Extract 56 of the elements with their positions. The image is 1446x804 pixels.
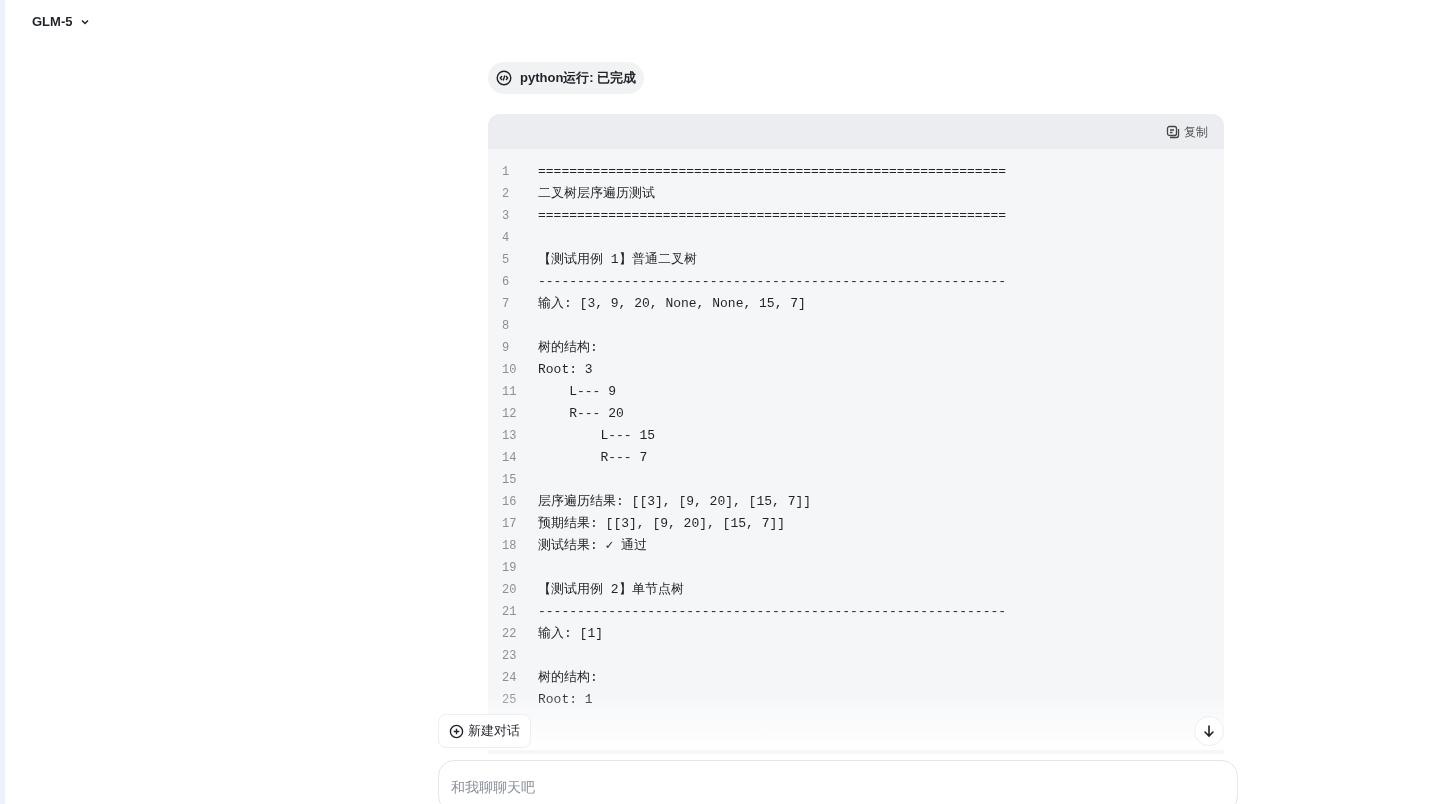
code-line: 输入: [1] (538, 625, 603, 644)
tool-status-label: python运行: 已完成 (520, 69, 637, 88)
code-line: 树的结构: (538, 339, 598, 358)
code-line: 二叉树层序遍历测试 (538, 185, 655, 204)
line-number: 4 (501, 230, 511, 247)
line-number: 15 (501, 472, 518, 489)
line-number: 9 (501, 340, 511, 357)
line-number: 8 (501, 318, 511, 335)
code-line: 输入: [3, 9, 20, None, None, 15, 7] (538, 295, 806, 314)
line-number: 6 (501, 274, 511, 291)
line-number: 16 (501, 494, 518, 511)
code-line: 测试结果: ✓ 通过 (538, 537, 648, 556)
line-number: 22 (501, 626, 518, 643)
line-number: 21 (501, 604, 518, 621)
code-line: ------------------------------------------------------------ (538, 603, 1007, 622)
code-line: ------------------------------------------------------------ (538, 273, 1007, 292)
code-line: R--- 7 (599, 449, 648, 468)
line-number: 2 (501, 186, 511, 203)
line-number: 3 (501, 208, 511, 225)
copy-icon (1166, 124, 1180, 139)
model-name: GLM-5 (32, 13, 73, 31)
line-number: 14 (501, 450, 518, 467)
code-line: 【测试用例 1】普通二叉树 (538, 251, 697, 270)
line-number: 18 (501, 538, 518, 555)
copy-button[interactable]: 复制 (1166, 122, 1208, 141)
new-chat-button[interactable]: 新建对话 (438, 714, 531, 748)
line-number: 7 (501, 296, 511, 313)
line-number: 11 (501, 384, 518, 401)
line-number: 19 (501, 560, 518, 577)
tool-status-chip[interactable]: python运行: 已完成 (488, 62, 645, 94)
code-line: L--- 15 (599, 427, 656, 446)
line-number: 1 (501, 164, 511, 181)
code-line: L--- 9 (568, 383, 616, 402)
code-line: 树的结构: (538, 669, 598, 688)
line-number: 17 (501, 516, 518, 533)
code-line: 预期结果: [[3], [9, 20], [15, 7]] (538, 515, 786, 534)
code-line: 【测试用例 2】单节点树 (538, 581, 684, 600)
model-selector[interactable]: GLM-5 (24, 8, 99, 36)
down-arrow-icon (1202, 724, 1216, 738)
plus-circle-icon (449, 723, 464, 739)
chat-input[interactable]: 和我聊聊天吧 (438, 760, 1238, 804)
code-line: ============================================================ (538, 207, 1007, 226)
code-line: 层序遍历结果: [[3], [9, 20], [15, 7]] (538, 493, 812, 512)
line-number: 20 (501, 582, 518, 599)
line-number: 10 (501, 362, 518, 379)
code-line: Root: 1 (538, 691, 593, 710)
line-number: 13 (501, 428, 518, 445)
code-line: Root: 3 (538, 361, 593, 380)
line-number: 24 (501, 670, 518, 687)
code-line: R--- 20 (568, 405, 624, 424)
line-number: 25 (501, 692, 518, 709)
code-line: ============================================================ (538, 163, 1007, 182)
line-number: 12 (501, 406, 518, 423)
line-number: 23 (501, 648, 518, 665)
line-number: 5 (501, 252, 511, 269)
code-icon (496, 70, 512, 86)
